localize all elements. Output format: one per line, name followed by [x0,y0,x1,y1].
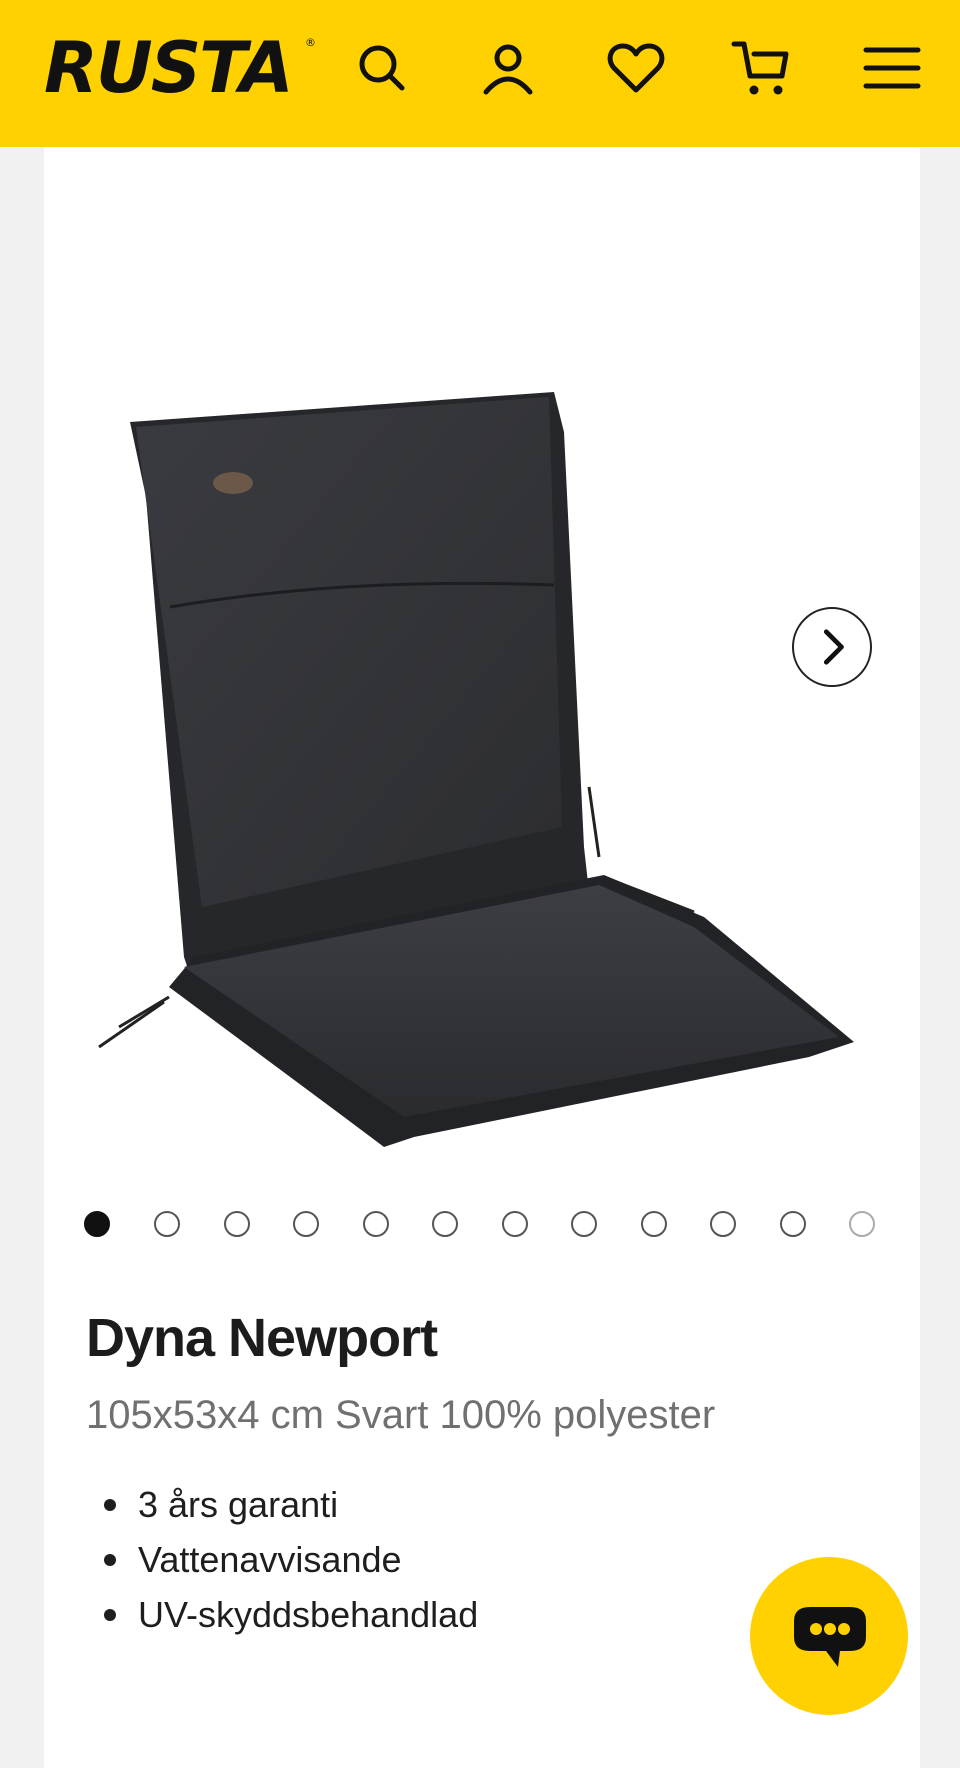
gallery-dot[interactable] [780,1211,806,1237]
gallery-dot[interactable] [293,1211,319,1237]
gallery-dot[interactable] [432,1211,458,1237]
rusta-logo[interactable]: RUSTA [44,28,294,108]
heart-icon[interactable] [604,36,668,100]
menu-icon[interactable] [860,36,924,100]
product-image[interactable] [44,267,920,1167]
search-icon[interactable] [350,36,414,100]
gallery-dot[interactable] [363,1211,389,1237]
registered-mark: ® [305,36,316,49]
chat-bubble-icon [794,1607,866,1667]
bullet-icon [104,1499,116,1511]
feature-list: 3 års garanti Vattenavvisande UV-skyddsb… [104,1477,478,1642]
product-card: Dyna Newport 105x53x4 cm Svart 100% poly… [44,147,920,1768]
gallery-dot[interactable] [641,1211,667,1237]
gallery-dot[interactable] [224,1211,250,1237]
gallery-dot[interactable] [710,1211,736,1237]
gallery-next-button[interactable] [792,607,872,687]
feature-item: Vattenavvisande [104,1532,478,1587]
feature-item: 3 års garanti [104,1477,478,1532]
product-subtitle: 105x53x4 cm Svart 100% polyester [86,1393,716,1437]
gallery-dot[interactable] [154,1211,180,1237]
gallery-dot[interactable] [502,1211,528,1237]
product-title: Dyna Newport [86,1308,438,1368]
feature-item: UV-skyddsbehandlad [104,1587,478,1642]
cart-icon[interactable] [730,36,794,100]
gallery-dot[interactable] [849,1211,875,1237]
gallery-pagination [84,1211,904,1241]
bullet-icon [104,1554,116,1566]
bullet-icon [104,1609,116,1621]
chevron-right-icon [823,629,844,665]
gallery-dot[interactable] [84,1211,110,1237]
site-header: RUSTA ® [0,0,960,147]
chat-button[interactable] [750,1557,908,1715]
gallery-dot[interactable] [571,1211,597,1237]
user-icon[interactable] [476,36,540,100]
